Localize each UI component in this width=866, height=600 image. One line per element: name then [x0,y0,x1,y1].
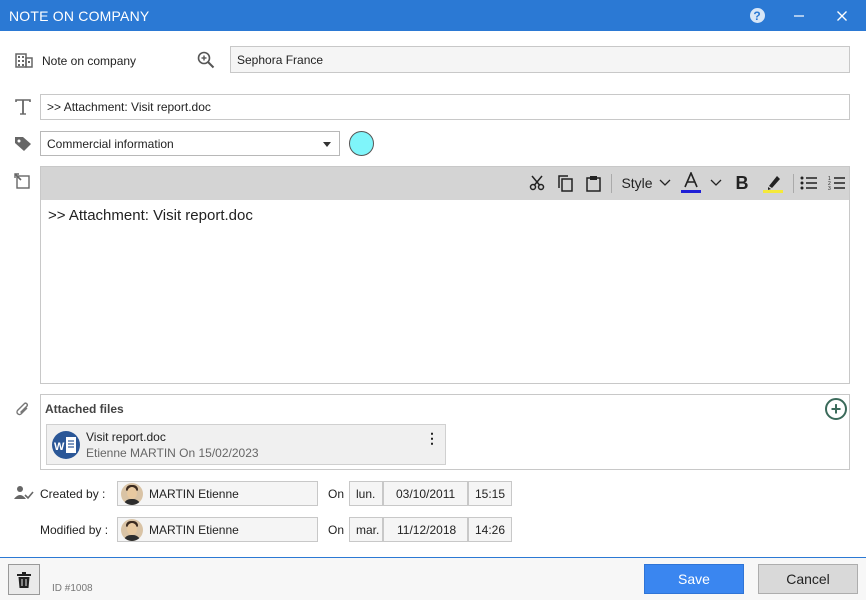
toolbar-separator [793,174,794,193]
close-button[interactable] [822,0,862,31]
paperclip-icon [13,400,33,420]
avatar [121,482,143,505]
attachments-title: Attached files [45,402,124,416]
modified-by-user: MARTIN Etienne [149,522,239,537]
bullet-list-button[interactable] [798,172,818,194]
category-select[interactable]: Commercial information [40,131,340,156]
note-edit-icon [13,172,33,190]
modified-on-label: On [328,523,345,537]
numbered-list-icon: 123 [828,176,845,190]
modified-by-label: Modified by : [40,523,109,537]
cancel-button[interactable]: Cancel [758,564,858,594]
attachment-name: Visit report.doc [86,430,166,444]
plus-circle-icon: + [830,399,842,419]
modified-by-field: MARTIN Etienne [117,517,318,542]
created-by-label: Created by : [40,487,106,501]
window-title: NOTE ON COMPANY [9,8,150,24]
created-by-user: MARTIN Etienne [149,486,239,501]
record-id: ID #1008 [52,583,93,594]
user-check-icon [13,484,35,502]
title-bar: NOTE ON COMPANY ? [0,0,866,31]
bold-button[interactable]: B [731,172,753,194]
tag-icon [13,135,33,153]
company-field[interactable]: Sephora France [230,46,850,73]
editor-toolbar: Style B 123 [41,167,849,200]
svg-text:3: 3 [828,186,831,190]
copy-button[interactable] [555,172,575,194]
created-date: 03/10/2011 [383,481,468,506]
style-label: Style [621,175,653,191]
note-on-label: Note on company [42,54,137,68]
modified-day: mar. [349,517,383,542]
font-color-dropdown[interactable] [709,172,723,194]
highlight-button[interactable] [761,172,785,194]
add-attachment-button[interactable]: + [825,398,847,420]
modified-date: 11/12/2018 [383,517,468,542]
style-dropdown[interactable]: Style [619,172,673,194]
attachment-meta: Etienne MARTIN On 15/02/2023 [86,446,259,460]
attachments-panel: Attached files + W Visit report.doc Etie… [40,394,850,470]
numbered-list-button[interactable]: 123 [826,172,846,194]
font-color-icon [681,172,701,193]
bold-icon: B [735,172,749,193]
chevron-down-icon [710,179,722,186]
kebab-icon[interactable]: ⋮ [425,431,439,445]
created-by-field: MARTIN Etienne [117,481,318,506]
created-time: 15:15 [468,481,512,506]
text-icon [13,97,33,117]
modified-time: 14:26 [468,517,512,542]
avatar [121,518,143,541]
help-icon: ? [749,8,765,23]
category-color-swatch[interactable] [349,131,374,156]
font-color-button[interactable] [679,172,703,194]
bullet-list-icon [800,176,817,190]
zoom-icon [197,51,215,69]
created-day: lun. [349,481,383,506]
paste-button[interactable] [583,172,603,194]
trash-icon [17,571,31,588]
save-button[interactable]: Save [644,564,744,594]
close-icon [837,10,847,21]
toolbar-separator [611,174,612,193]
chevron-down-icon [659,179,671,186]
subject-input[interactable]: >> Attachment: Visit report.doc [40,94,850,120]
dialog-footer: ID #1008 Save Cancel [0,557,866,600]
rich-text-editor[interactable]: Style B 123 >> Attachment: Visit report.… [40,166,850,384]
delete-button[interactable] [8,564,40,595]
created-on-label: On [328,487,345,501]
word-file-icon: W [52,431,80,459]
attachment-item[interactable]: W Visit report.doc Etienne MARTIN On 15/… [46,424,446,465]
scissors-icon [529,175,545,191]
zoom-button[interactable] [196,50,216,70]
cut-button[interactable] [527,172,547,194]
category-value: Commercial information [47,136,174,151]
highlight-icon [763,176,783,193]
editor-text[interactable]: >> Attachment: Visit report.doc [48,207,253,224]
help-button[interactable]: ? [737,0,777,31]
paste-icon [585,175,601,192]
chevron-down-icon [323,142,331,147]
svg-text:W: W [54,441,65,453]
minimize-icon [794,14,804,17]
building-icon [14,51,34,69]
copy-icon [557,174,573,192]
minimize-button[interactable] [779,0,819,31]
